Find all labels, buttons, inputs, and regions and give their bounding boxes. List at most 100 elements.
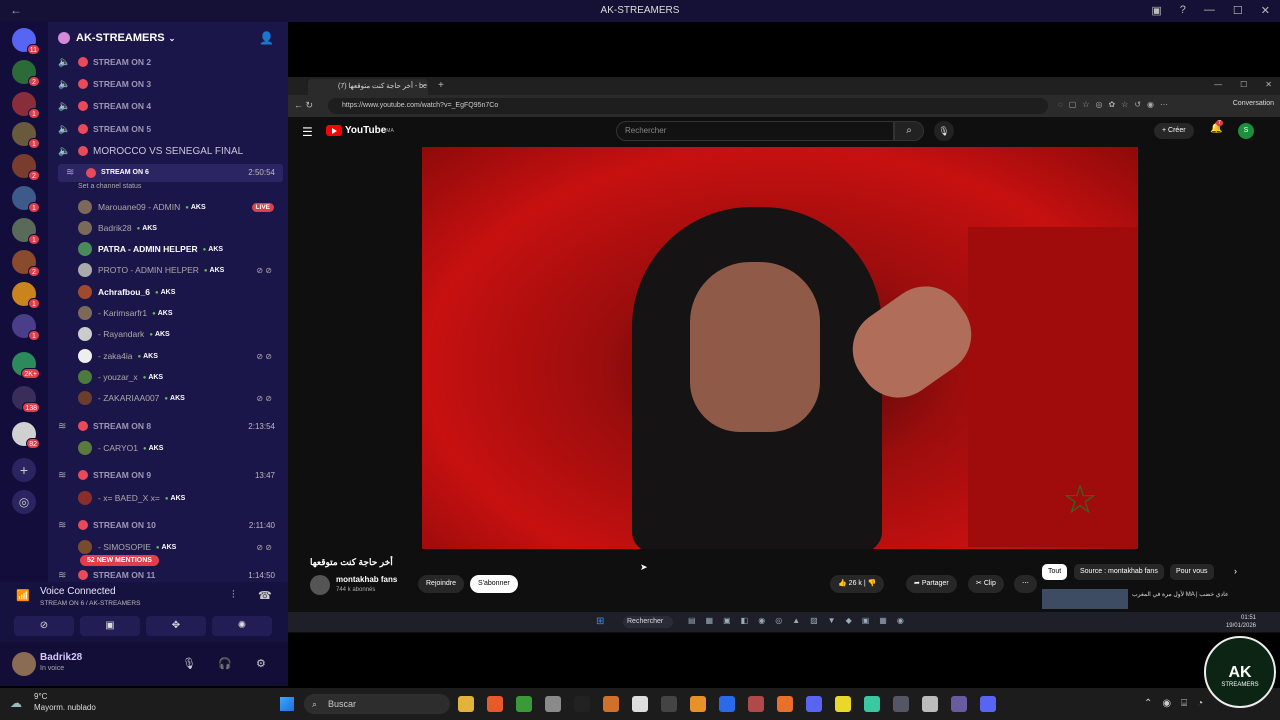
notification-bell-icon[interactable]: 🔔 7 — [1210, 120, 1223, 134]
channel-item[interactable]: 🔈 STREAM ON 3 — [58, 74, 283, 94]
server-icon[interactable]: 1 — [12, 282, 40, 309]
microphone-icon[interactable]: 🎙 — [182, 657, 196, 670]
share-button[interactable]: ➦ Partager — [906, 575, 957, 593]
home-icon[interactable]: 11 — [12, 28, 40, 55]
close-button[interactable]: ✕ — [1265, 80, 1272, 89]
channel-item[interactable]: 🔈 STREAM ON 2 — [58, 52, 283, 72]
server-icon[interactable]: 1 — [12, 92, 40, 119]
voice-user[interactable]: - youzar_x AKS — [78, 367, 278, 387]
youtube-logo[interactable]: YouTube MA — [326, 125, 394, 136]
taskbar-search[interactable]: ⌕ Buscar — [304, 694, 450, 714]
voice-user[interactable]: - SIMOSOPIE AKS ⊘ ⊘ — [78, 537, 278, 557]
server-icon[interactable]: 1 — [12, 314, 40, 341]
join-button[interactable]: Rejoindre — [418, 575, 464, 593]
screen-share-button[interactable]: ▣ — [80, 616, 140, 636]
brave-icon[interactable] — [487, 696, 503, 712]
minimize-button[interactable]: — — [1204, 4, 1215, 17]
channel-name[interactable]: montakhab fans — [336, 575, 397, 584]
new-mentions-pill[interactable]: 52 NEW MENTIONS — [80, 555, 159, 566]
server-icon[interactable]: 1 — [12, 218, 40, 245]
extension-icons[interactable]: ◌▢☆◎✿☆↺◉⋯ — [1058, 100, 1174, 109]
conversation-button[interactable]: Conversation — [1233, 100, 1274, 107]
clip-button[interactable]: ✂ Clip — [968, 575, 1004, 593]
server-icon[interactable]: 82 — [12, 422, 40, 449]
app-icon[interactable] — [922, 696, 938, 712]
active-channel[interactable]: ≋ STREAM ON 6 2:50:54 — [58, 164, 283, 182]
inner-search[interactable]: Rechercher — [623, 616, 673, 628]
channel-item[interactable]: ≋ STREAM ON 9 13:47 — [58, 465, 283, 485]
vlc-icon[interactable] — [690, 696, 706, 712]
voice-user[interactable]: Marouane09 - ADMIN AKS LIVE — [78, 197, 278, 217]
voice-user[interactable]: - x= BAED_X x= AKS — [78, 488, 278, 508]
activities-button[interactable]: ✥ — [146, 616, 206, 636]
more-options-icon[interactable]: ⋯ — [1014, 575, 1037, 593]
server-icon[interactable]: 138 — [12, 386, 40, 413]
voice-user[interactable]: Achrafbou_6 AKS — [78, 282, 278, 302]
inbox-icon[interactable]: ▣ — [1151, 4, 1161, 17]
voice-user[interactable]: - Rayandark AKS — [78, 324, 278, 344]
hamburger-menu-icon[interactable]: ☰ — [302, 125, 313, 139]
avatar[interactable]: S — [1238, 123, 1254, 139]
create-button[interactable]: + Créer — [1154, 123, 1194, 139]
chip-for-you[interactable]: Pour vous — [1170, 564, 1214, 580]
channel-avatar[interactable] — [310, 575, 330, 595]
disconnect-icon[interactable]: ☎ — [258, 589, 272, 602]
add-user-icon[interactable]: 👤 — [259, 31, 274, 45]
app-icon[interactable] — [893, 696, 909, 712]
search-input[interactable]: Rechercher — [616, 121, 894, 141]
voice-user[interactable]: - zaka4ia AKS ⊘ ⊘ — [78, 346, 278, 366]
app-icon[interactable] — [603, 696, 619, 712]
voice-channel[interactable]: STREAM ON 6 / AK-STREAMERS — [40, 600, 140, 607]
discord-icon[interactable] — [980, 696, 996, 712]
avatar[interactable] — [12, 652, 36, 676]
close-button[interactable]: ✕ — [1261, 4, 1270, 17]
microphone-icon[interactable]: 🎙 — [934, 121, 954, 141]
discord-icon[interactable] — [806, 696, 822, 712]
server-icon[interactable]: 2 — [12, 250, 40, 277]
browser-tab[interactable]: أخر حاجة كنت متوقعها (7) - be — [308, 79, 428, 95]
tiktok-icon[interactable] — [574, 696, 590, 712]
app-icon[interactable] — [951, 696, 967, 712]
voice-user[interactable]: - CARYO1 AKS — [78, 438, 278, 458]
app-icon[interactable] — [835, 696, 851, 712]
soundboard-button[interactable]: ✺ — [212, 616, 272, 636]
channel-item[interactable]: 🔈 MOROCCO VS SENEGAL FINAL — [58, 141, 283, 161]
add-server-icon[interactable]: + — [12, 458, 36, 482]
channel-item[interactable]: 🔈 STREAM ON 4 — [58, 96, 283, 116]
noise-suppression-icon[interactable]: ⫶ — [232, 589, 235, 602]
obs-icon[interactable] — [545, 696, 561, 712]
video-player[interactable]: ☆ — [422, 147, 1138, 549]
windows-start-icon[interactable]: ⊞ — [596, 616, 604, 627]
inner-app-icons[interactable]: ▤▦▣◧◉◎▲▨▼◆▣▦◉ — [688, 616, 914, 625]
search-icon[interactable]: ⌕ — [894, 121, 924, 141]
app-icon[interactable] — [864, 696, 880, 712]
windows-start-icon[interactable] — [280, 697, 294, 711]
app-icon[interactable] — [632, 696, 648, 712]
related-video[interactable]: لأول مرة في المغرب MA | عادي خضب — [1042, 589, 1242, 609]
help-icon[interactable]: ? — [1180, 4, 1186, 17]
channel-status[interactable]: Set a channel status — [78, 183, 141, 190]
terminal-icon[interactable] — [661, 696, 677, 712]
subscribe-button[interactable]: S'abonner — [470, 575, 518, 593]
chevron-right-icon[interactable]: › — [1234, 566, 1237, 576]
maximize-button[interactable]: ☐ — [1233, 4, 1243, 17]
maximize-button[interactable]: ☐ — [1240, 80, 1247, 89]
channel-item[interactable]: ≋ STREAM ON 8 2:13:54 — [58, 416, 283, 436]
channel-item[interactable]: 🔈 STREAM ON 5 — [58, 119, 283, 139]
system-tray[interactable]: ⌃◉⌸◔ — [1144, 698, 1213, 709]
server-icon[interactable]: 2K+ — [12, 352, 40, 379]
new-tab-icon[interactable]: + — [438, 80, 444, 91]
channel-item[interactable]: ≋ STREAM ON 11 1:14:50 — [58, 565, 283, 582]
voice-user[interactable]: Badrik28 AKS — [78, 218, 278, 238]
file-explorer-icon[interactable] — [458, 696, 474, 712]
voice-user[interactable]: - Karimsarfr1 AKS — [78, 303, 278, 323]
chip-all[interactable]: Tout — [1042, 564, 1068, 580]
voice-user[interactable]: PROTO - ADMIN HELPER AKS ⊘ ⊘ — [78, 260, 278, 280]
like-button[interactable]: 👍 26 k | 👎 — [830, 575, 885, 593]
app-icon[interactable] — [748, 696, 764, 712]
settings-gear-icon[interactable]: ⚙ — [256, 657, 266, 670]
server-icon[interactable]: 2 — [12, 60, 40, 87]
minimize-button[interactable]: — — [1214, 80, 1222, 89]
voice-user[interactable]: PATRA - ADMIN HELPER AKS — [78, 239, 278, 259]
address-bar[interactable]: https://www.youtube.com/watch?v=_EgFQ95n… — [328, 98, 1048, 114]
